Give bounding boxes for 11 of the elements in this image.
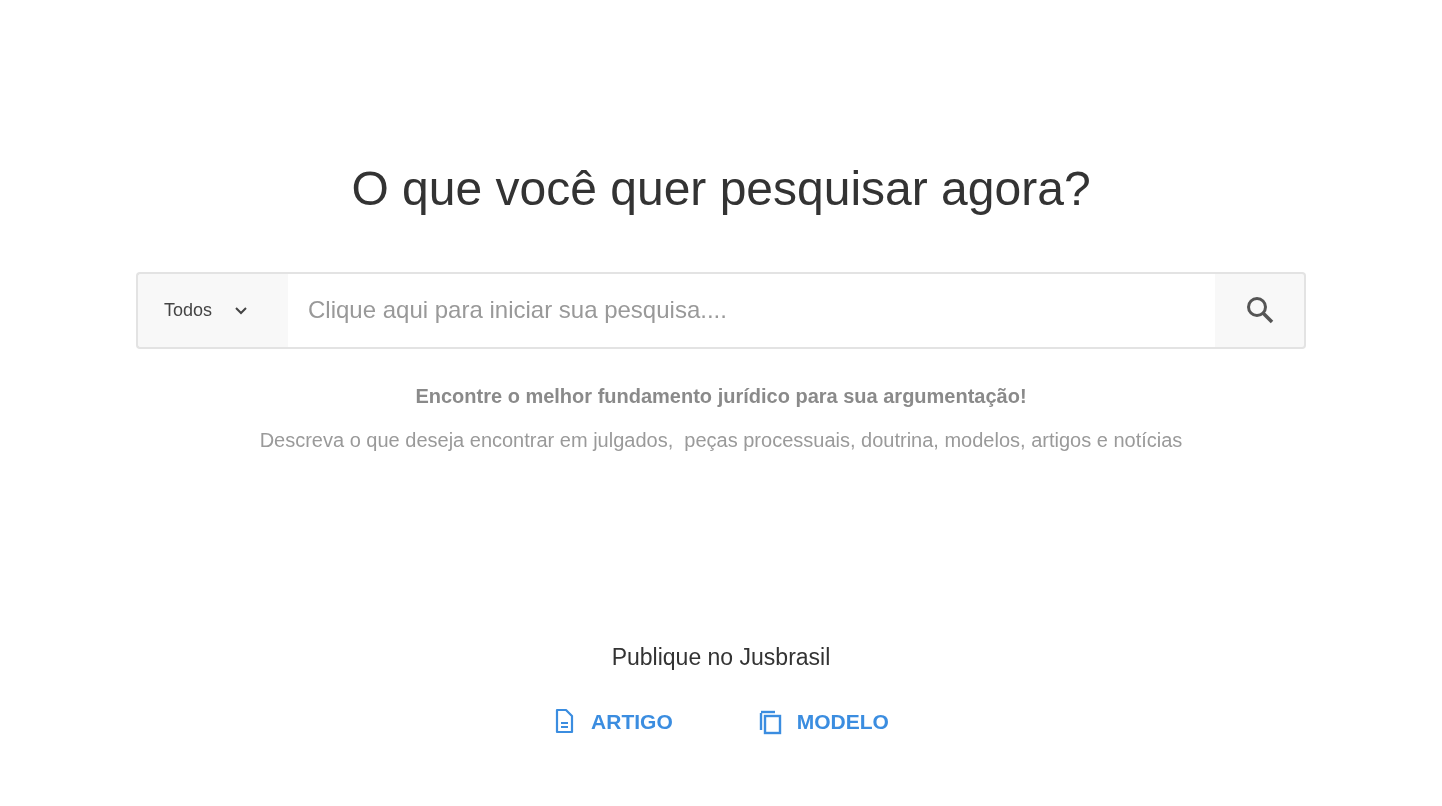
description: Descreva o que deseja encontrar em julgados, peças processuais, doutrina, modelos, artigos e notícias <box>258 427 1184 453</box>
publish-link[interactable]: ARTIGO <box>553 706 673 738</box>
search-field[interactable]: Clique aqui para iniciar sua pesquisa.... <box>288 271 1215 349</box>
search-icon <box>1244 295 1275 326</box>
page-heading: O que você quer pesquisar agora? <box>350 161 1092 217</box>
search-button[interactable] <box>1215 271 1306 349</box>
scope-dropdown[interactable]: Todos <box>136 271 288 349</box>
chevron-down-icon <box>234 305 249 315</box>
publish-title: Publique no Jusbrasil <box>610 642 832 672</box>
tagline: Encontre o melhor fundamento jurídico para sua argumentação! <box>414 383 1028 409</box>
publish-link[interactable]: MODELO <box>758 706 889 738</box>
